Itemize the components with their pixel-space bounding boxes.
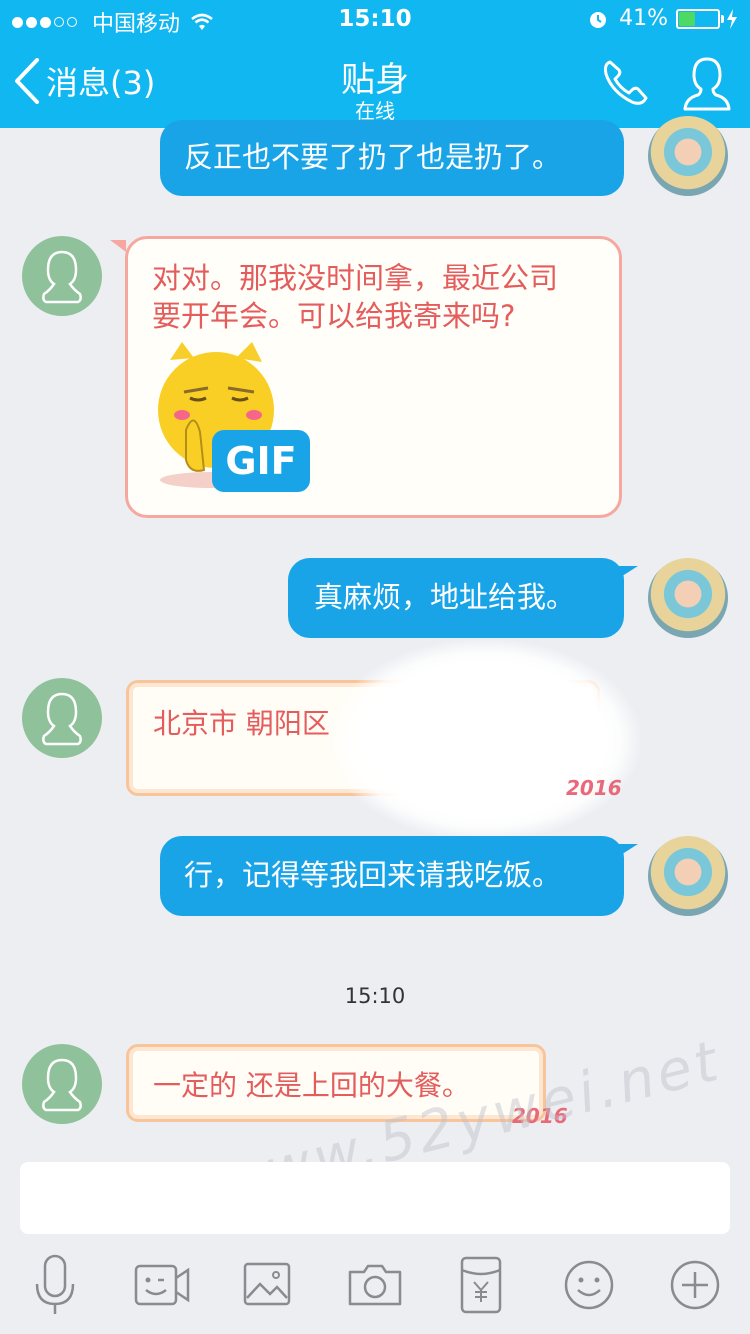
message-input-box[interactable] [20, 1162, 730, 1236]
phone-icon [604, 60, 648, 105]
more-button[interactable] [660, 1250, 730, 1320]
message-text: 真麻烦，地址给我。 [314, 580, 576, 614]
badge-2016: 2016 [566, 776, 622, 800]
red-packet-icon [460, 1256, 502, 1314]
message-bubble-outgoing[interactable]: 行，记得等我回来请我吃饭。 [160, 836, 624, 916]
video-emoji-icon [134, 1264, 190, 1306]
bubble-tail [110, 240, 126, 252]
call-button[interactable] [600, 58, 650, 112]
default-avatar-icon [42, 250, 82, 304]
peer-avatar[interactable] [22, 1044, 102, 1124]
message-bubble-outgoing[interactable]: 真麻烦，地址给我。 [288, 558, 624, 638]
battery-percent: 41% [619, 6, 668, 31]
image-button[interactable] [232, 1250, 302, 1320]
time-separator: 15:10 [344, 984, 406, 1008]
bubble-tail [616, 566, 638, 580]
redaction-overlay [330, 640, 640, 840]
red-packet-button[interactable] [446, 1250, 516, 1320]
message-bubble-outgoing[interactable]: 反正也不要了扔了也是扔了。 [160, 120, 624, 196]
message-text-line: 要开年会。可以给我寄来吗? [152, 299, 516, 333]
plus-icon [670, 1260, 720, 1310]
default-avatar-icon [42, 692, 82, 746]
microphone-icon [35, 1254, 75, 1314]
peer-avatar[interactable] [22, 678, 102, 758]
my-avatar[interactable] [648, 836, 728, 916]
charging-icon [727, 8, 737, 29]
message-input[interactable] [36, 1162, 718, 1236]
peer-avatar[interactable] [22, 236, 102, 316]
alarm-icon [590, 11, 607, 28]
user-icon [683, 57, 731, 111]
my-avatar[interactable] [648, 558, 728, 638]
camera-icon [348, 1264, 402, 1306]
profile-button[interactable] [682, 55, 732, 117]
gif-badge: GIF [212, 430, 310, 492]
camera-button[interactable] [340, 1250, 410, 1320]
message-text: 一定的 还是上回的大餐。 [153, 1069, 470, 1102]
bubble-tail [616, 844, 638, 858]
message-text: 北京市 朝阳区 [153, 707, 330, 740]
battery-icon [676, 8, 724, 29]
message-text: 反正也不要了扔了也是扔了。 [184, 140, 562, 174]
status-bar: 中国移动 15:10 41% [0, 0, 750, 40]
emoji-icon [564, 1260, 614, 1310]
emoji-button[interactable] [554, 1250, 624, 1320]
image-icon [243, 1262, 291, 1306]
video-emoji-button[interactable] [126, 1250, 196, 1320]
message-text-line: 对对。那我没时间拿，最近公司 [152, 261, 559, 295]
header: 中国移动 15:10 41% 消息(3) 贴身 在线 [0, 0, 750, 128]
toolbar [0, 1250, 750, 1320]
my-avatar[interactable] [648, 116, 728, 196]
default-avatar-icon [42, 1058, 82, 1112]
message-text: 行，记得等我回来请我吃饭。 [184, 858, 562, 892]
voice-button[interactable] [20, 1250, 90, 1320]
